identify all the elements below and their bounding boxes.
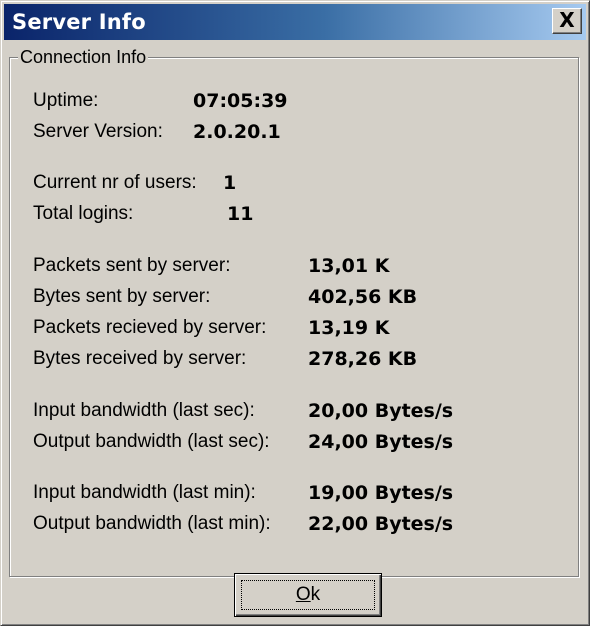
bytes-sent-label: Bytes sent by server: [33, 286, 211, 307]
input-bandwidth-min-value: 19,00 Bytes/s [308, 482, 454, 504]
server-info-dialog: Server Info X Connection Info Uptime: 07… [0, 0, 590, 626]
server-version-label: Server Version: [33, 121, 163, 142]
output-bandwidth-min-label: Output bandwidth (last min): [33, 513, 271, 534]
input-bandwidth-sec-value: 20,00 Bytes/s [308, 400, 454, 422]
title-bar[interactable]: Server Info X [4, 4, 586, 40]
bytes-received-label: Bytes received by server: [33, 348, 247, 369]
ok-label-rest: k [310, 584, 321, 605]
current-users-label: Current nr of users: [33, 172, 197, 193]
total-logins-label: Total logins: [33, 203, 134, 224]
output-bandwidth-sec-value: 24,00 Bytes/s [308, 431, 454, 453]
input-bandwidth-min-label: Input bandwidth (last min): [33, 482, 256, 503]
uptime-value: 07:05:39 [193, 90, 288, 112]
packets-received-label: Packets recieved by server: [33, 317, 267, 338]
packets-received-value: 13,19 K [308, 317, 390, 339]
close-icon: X [559, 8, 575, 32]
bytes-received-value: 278,26 KB [308, 348, 418, 370]
total-logins-value: 11 [227, 203, 254, 225]
current-users-value: 1 [223, 172, 237, 194]
connection-info-legend: Connection Info [18, 45, 149, 69]
uptime-label: Uptime: [33, 90, 99, 111]
ok-button[interactable]: Ok [234, 573, 382, 617]
ok-mnemonic: O [295, 584, 311, 605]
close-button[interactable]: X [552, 8, 582, 34]
ok-button-label: Ok [235, 582, 381, 608]
server-version-value: 2.0.20.1 [193, 121, 281, 143]
packets-sent-label: Packets sent by server: [33, 255, 231, 276]
input-bandwidth-sec-label: Input bandwidth (last sec): [33, 400, 255, 421]
packets-sent-value: 13,01 K [308, 255, 390, 277]
window-title: Server Info [12, 10, 146, 34]
output-bandwidth-sec-label: Output bandwidth (last sec): [33, 431, 270, 452]
output-bandwidth-min-value: 22,00 Bytes/s [308, 513, 454, 535]
bytes-sent-value: 402,56 KB [308, 286, 418, 308]
